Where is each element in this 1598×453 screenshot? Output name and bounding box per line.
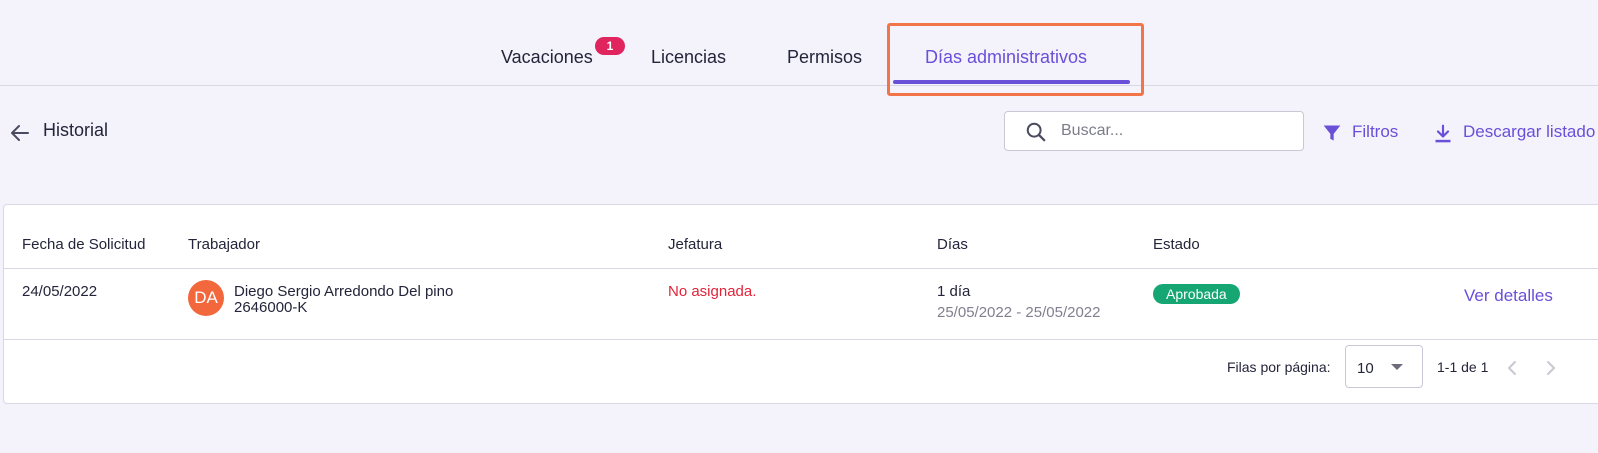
tab-bar: Vacaciones 1 Licencias Permisos Días adm… xyxy=(0,0,1598,86)
chevron-right-icon xyxy=(1547,361,1555,375)
column-header-fecha[interactable]: Fecha de Solicitud xyxy=(22,236,145,253)
tab-permisos[interactable]: Permisos xyxy=(787,47,862,68)
avatar: DA xyxy=(188,280,224,316)
search-icon xyxy=(1026,122,1046,142)
next-page-button[interactable] xyxy=(1543,359,1559,377)
chevron-left-icon xyxy=(1508,361,1516,375)
status-badge: Aprobada xyxy=(1153,284,1240,304)
rows-per-page-label: Filas por página: xyxy=(1227,359,1331,375)
download-list-button[interactable]: Descargar listado xyxy=(1433,121,1598,145)
column-header-estado[interactable]: Estado xyxy=(1153,236,1200,253)
header-divider xyxy=(4,268,1598,269)
search-box[interactable] xyxy=(1004,111,1304,151)
previous-page-button[interactable] xyxy=(1504,359,1520,377)
column-header-jefatura[interactable]: Jefatura xyxy=(668,236,722,253)
search-input[interactable] xyxy=(1061,120,1286,142)
pagination-range: 1-1 de 1 xyxy=(1437,359,1489,375)
page: Vacaciones 1 Licencias Permisos Días adm… xyxy=(0,0,1598,453)
days-count: 1 día xyxy=(937,283,971,300)
filter-icon xyxy=(1323,125,1341,141)
download-icon xyxy=(1435,124,1451,143)
back-arrow-icon[interactable] xyxy=(8,121,32,145)
boss-value: No asignada. xyxy=(668,283,757,300)
rows-per-page-value: 10 xyxy=(1357,360,1374,377)
notification-badge: 1 xyxy=(595,37,625,55)
tab-vacaciones[interactable]: Vacaciones xyxy=(501,47,593,68)
active-tab-indicator xyxy=(893,80,1130,84)
download-label: Descargar listado xyxy=(1463,122,1596,141)
filters-label: Filtros xyxy=(1352,122,1399,141)
worker-name: Diego Sergio Arredondo Del pino xyxy=(234,283,454,300)
days-range: 25/05/2022 - 25/05/2022 xyxy=(937,304,1101,321)
history-table: Fecha de Solicitud Trabajador Jefatura D… xyxy=(3,204,1598,404)
chevron-down-icon xyxy=(1391,364,1403,370)
request-date: 24/05/2022 xyxy=(22,283,98,300)
row-divider xyxy=(4,339,1598,340)
worker-id: 2646000-K xyxy=(234,299,308,316)
column-header-dias[interactable]: Días xyxy=(937,236,968,253)
tab-licencias[interactable]: Licencias xyxy=(651,47,726,68)
filters-button[interactable]: Filtros xyxy=(1322,121,1432,145)
rows-per-page-select[interactable]: 10 xyxy=(1345,345,1423,388)
view-details-link[interactable]: Ver detalles xyxy=(1464,286,1553,306)
tab-dias-administrativos[interactable]: Días administrativos xyxy=(925,47,1087,68)
page-title: Historial xyxy=(43,120,109,140)
column-header-trabajador[interactable]: Trabajador xyxy=(188,236,260,253)
